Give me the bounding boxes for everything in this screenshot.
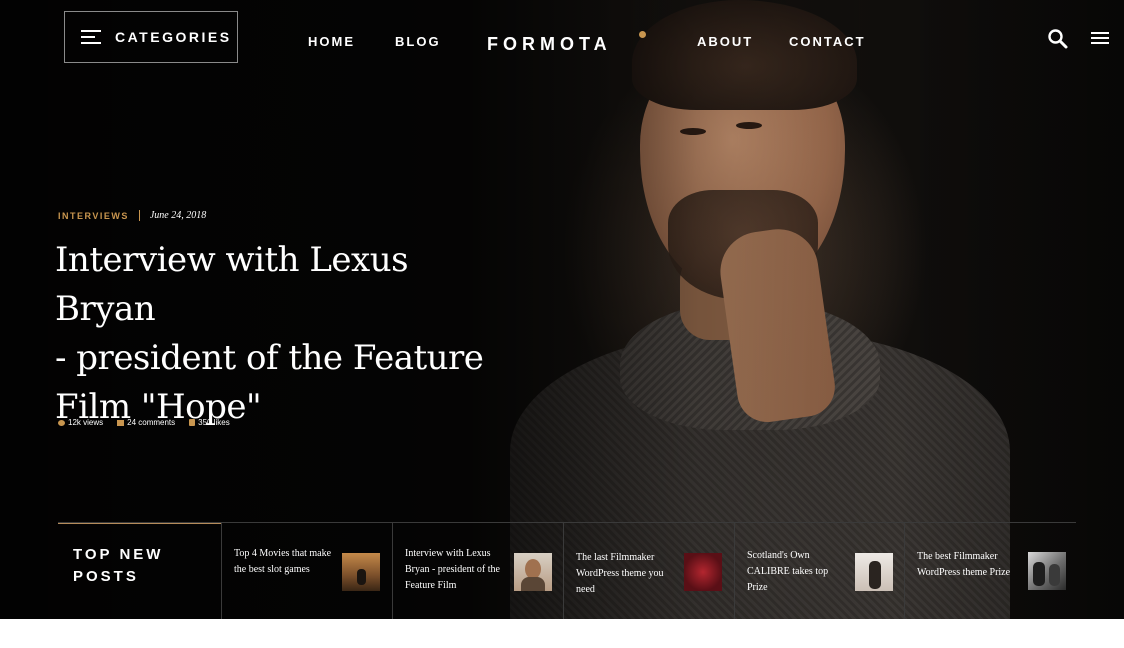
meta-divider xyxy=(138,210,140,221)
eye-icon xyxy=(58,419,65,426)
post-card[interactable]: The best Filmmaker WordPress theme Prize xyxy=(904,523,1076,619)
likes-count: 350 likes xyxy=(198,418,230,427)
post-thumbnail[interactable] xyxy=(855,553,893,591)
post-title[interactable]: The last Filmmaker WordPress theme you n… xyxy=(576,550,676,598)
comments-count: 24 comments xyxy=(127,418,176,427)
post-title[interactable]: Interview with Lexus Bryan - president o… xyxy=(405,546,505,594)
likes-stat: 350 likes xyxy=(189,418,230,427)
logo-dot xyxy=(639,31,646,38)
post-thumbnail[interactable] xyxy=(342,553,380,591)
nav-blog[interactable]: BLOG xyxy=(395,34,441,49)
article-title[interactable]: Interview with Lexus Bryan - president o… xyxy=(55,236,515,432)
article-meta: INTERVIEWS June 24, 2018 xyxy=(58,210,206,221)
post-title[interactable]: Top 4 Movies that make the best slot gam… xyxy=(234,546,334,578)
post-thumbnail[interactable] xyxy=(1028,552,1066,590)
post-card[interactable]: Top 4 Movies that make the best slot gam… xyxy=(221,523,392,619)
top-new-posts-label: TOP NEW POSTS xyxy=(73,546,164,585)
post-title[interactable]: The best Filmmaker WordPress theme Prize xyxy=(917,549,1017,581)
post-thumbnail[interactable] xyxy=(684,553,722,591)
nav-contact[interactable]: CONTACT xyxy=(789,34,866,49)
post-thumbnail[interactable] xyxy=(514,553,552,591)
search-icon[interactable] xyxy=(1047,28,1069,50)
comments-stat: 24 comments xyxy=(117,418,175,427)
categories-label: CATEGORIES xyxy=(115,29,232,45)
post-card[interactable]: Scotland's Own CALIBRE takes top Prize xyxy=(734,523,904,619)
comment-icon xyxy=(117,419,125,426)
site-logo[interactable]: FORMOTA xyxy=(487,34,612,55)
hamburger-icon[interactable] xyxy=(1090,29,1112,51)
article-stats: 12k views 24 comments 350 likes xyxy=(58,418,230,427)
post-card[interactable]: The last Filmmaker WordPress theme you n… xyxy=(563,523,734,619)
nav-about[interactable]: ABOUT xyxy=(697,34,753,49)
thumbs-up-icon xyxy=(189,419,196,426)
post-title[interactable]: Scotland's Own CALIBRE takes top Prize xyxy=(747,548,847,596)
views-count: 12k views xyxy=(68,418,104,427)
hero-section: CATEGORIES HOME BLOG ABOUT CONTACT FORMO… xyxy=(0,0,1124,619)
category-tag[interactable]: INTERVIEWS xyxy=(58,211,129,221)
nav-home[interactable]: HOME xyxy=(308,34,355,49)
title-line: Interview with Lexus Bryan xyxy=(55,240,409,329)
article-date: June 24, 2018 xyxy=(149,210,207,221)
categories-button[interactable]: CATEGORIES xyxy=(64,11,238,63)
title-line: - president of the Feature xyxy=(55,338,484,378)
top-new-posts: TOP NEW POSTS Top 4 Movies that make the… xyxy=(58,522,1076,619)
top-new-posts-heading: TOP NEW POSTS xyxy=(58,523,221,619)
views-stat: 12k views xyxy=(58,418,103,427)
menu-icon xyxy=(81,30,101,44)
post-card[interactable]: Interview with Lexus Bryan - president o… xyxy=(392,523,563,619)
